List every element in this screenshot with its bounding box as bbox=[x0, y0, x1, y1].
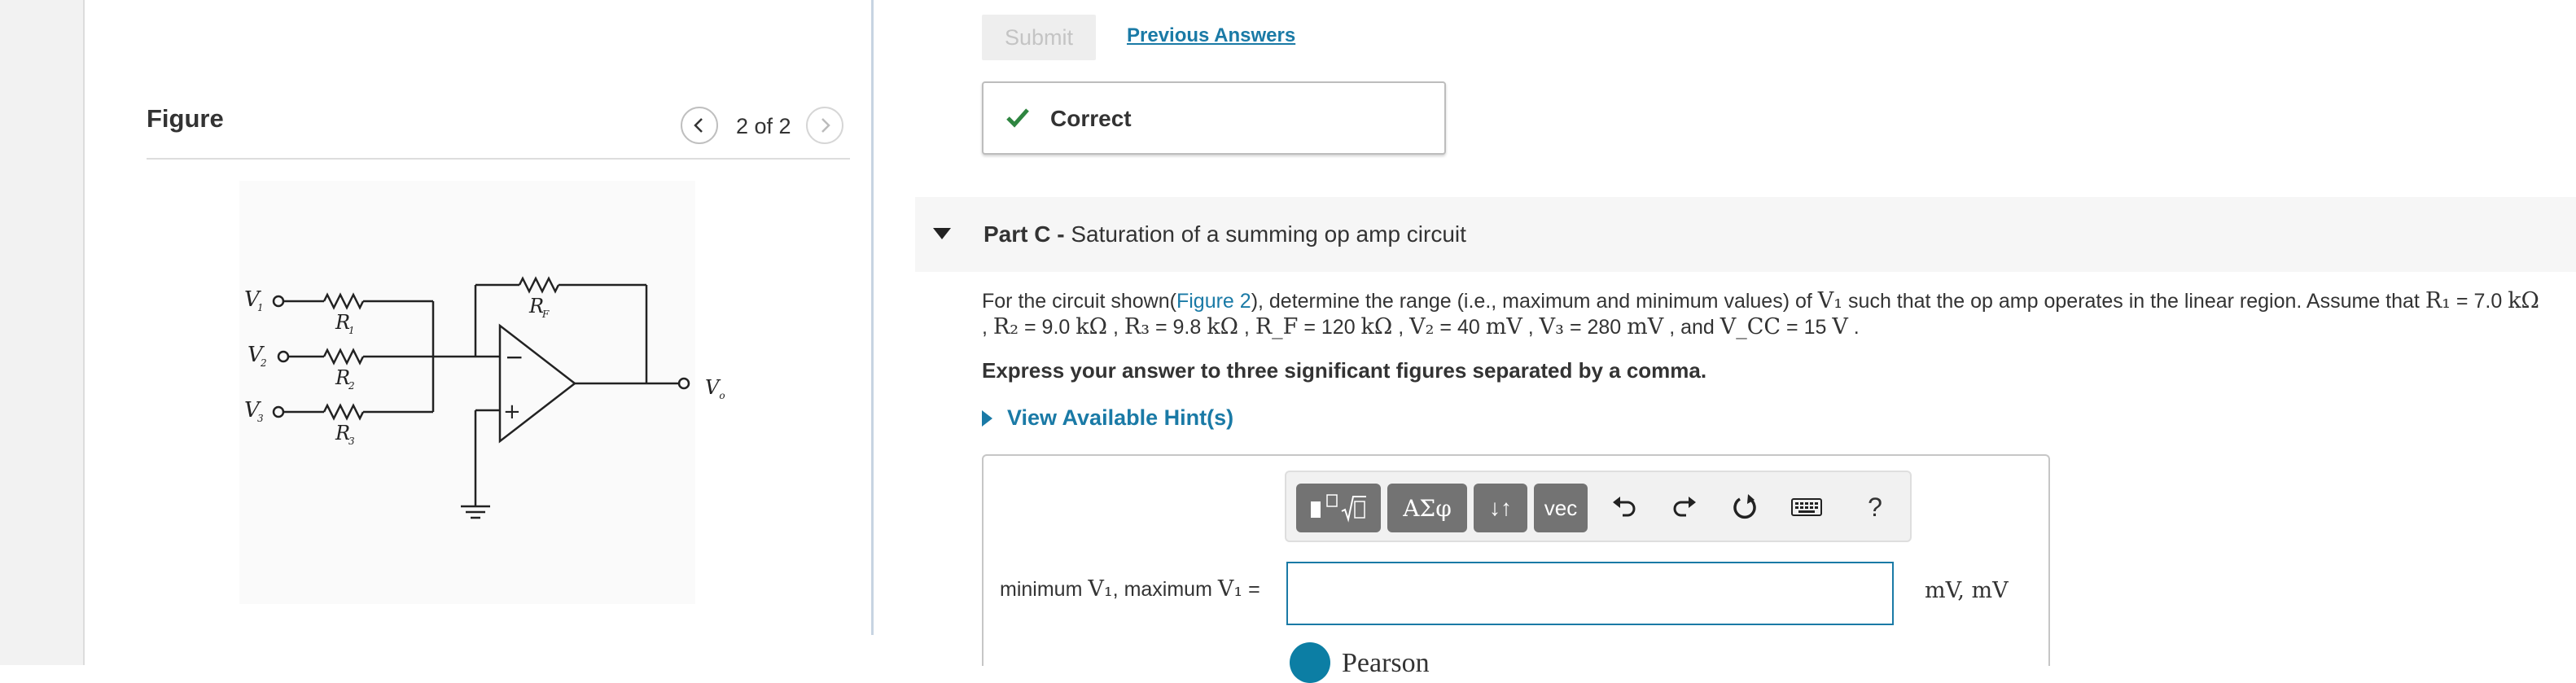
part-c-header[interactable]: Part C - Saturation of a summing op amp … bbox=[915, 197, 2576, 272]
math-toolbar: ΑΣφ ↓↑ vec ? bbox=[1285, 471, 1912, 542]
previous-figure-button[interactable] bbox=[681, 107, 718, 144]
submit-button[interactable]: Submit bbox=[982, 15, 1096, 60]
r1-subscript: 1 bbox=[348, 325, 355, 336]
pearson-logo-icon bbox=[1290, 642, 1330, 683]
keyboard-button[interactable] bbox=[1788, 488, 1825, 526]
reset-icon bbox=[1733, 494, 1756, 519]
vo-label: Vo bbox=[705, 376, 725, 401]
checkmark-icon bbox=[1006, 108, 1029, 128]
previous-answers-link[interactable]: Previous Answers bbox=[1127, 24, 1295, 47]
rf-subscript: F bbox=[541, 309, 550, 320]
arrows-button[interactable]: ↓↑ bbox=[1474, 484, 1527, 532]
redo-icon bbox=[1673, 497, 1696, 517]
answer-area: ΑΣφ ↓↑ vec ? minimum V₁, maximum V₁ = mV… bbox=[982, 454, 2050, 666]
reset-button[interactable] bbox=[1726, 488, 1763, 526]
chevron-left-icon bbox=[694, 118, 703, 133]
answer-label: minimum V₁, maximum V₁ = bbox=[1000, 576, 1260, 602]
figure-title: Figure bbox=[147, 104, 224, 133]
figure-divider bbox=[147, 158, 850, 160]
caret-right-icon bbox=[982, 410, 992, 427]
answer-instruction: Express your answer to three significant… bbox=[982, 358, 1707, 383]
undo-button[interactable] bbox=[1606, 488, 1643, 526]
feedback-correct: Correct bbox=[982, 81, 1446, 155]
answer-input[interactable] bbox=[1286, 562, 1894, 625]
figure-2-link[interactable]: Figure 2 bbox=[1176, 290, 1251, 313]
summing-op-amp-schematic: V 1 V 2 V 3 R 1 R 2 R 3 R F − + bbox=[244, 276, 690, 519]
main-content: Submit Previous Answers Correct Part C -… bbox=[874, 0, 2576, 683]
keyboard-icon bbox=[1791, 498, 1822, 516]
help-button[interactable]: ? bbox=[1856, 487, 1894, 528]
view-hints-link[interactable]: View Available Hint(s) bbox=[982, 405, 1233, 431]
vector-button[interactable]: vec bbox=[1534, 484, 1588, 532]
undo-icon bbox=[1613, 497, 1636, 517]
redo-button[interactable] bbox=[1666, 488, 1703, 526]
answer-units: mV, mV bbox=[1925, 578, 2009, 603]
part-title: Part C - Saturation of a summing op amp … bbox=[984, 221, 1466, 247]
r2-subscript: 2 bbox=[348, 380, 355, 392]
templates-button[interactable] bbox=[1296, 484, 1381, 532]
pearson-brand: Pearson bbox=[1342, 648, 1430, 678]
caret-down-icon bbox=[933, 228, 951, 239]
greek-symbols-button[interactable]: ΑΣφ bbox=[1387, 484, 1467, 532]
v3-terminal-subscript: 3 bbox=[257, 413, 264, 424]
chevron-right-icon bbox=[821, 118, 830, 133]
left-gutter bbox=[0, 0, 85, 665]
non-inverting-input-sign: + bbox=[503, 400, 521, 424]
templates-icon bbox=[1311, 494, 1366, 523]
problem-statement: For the circuit shown(Figure 2), determi… bbox=[982, 288, 2539, 339]
circuit-drawing: V 1 V 2 V 3 R 1 R 2 R 3 R F − + bbox=[239, 181, 695, 604]
next-figure-button[interactable] bbox=[806, 107, 843, 144]
inverting-input-sign: − bbox=[505, 344, 524, 370]
v1-terminal-subscript: 1 bbox=[257, 302, 264, 313]
v2-terminal-subscript: 2 bbox=[260, 357, 267, 369]
figure-counter: 2 of 2 bbox=[736, 114, 791, 138]
pearson-footer: Pearson bbox=[1290, 640, 1430, 683]
feedback-status: Correct bbox=[1050, 106, 1132, 131]
r3-subscript: 3 bbox=[348, 436, 355, 447]
